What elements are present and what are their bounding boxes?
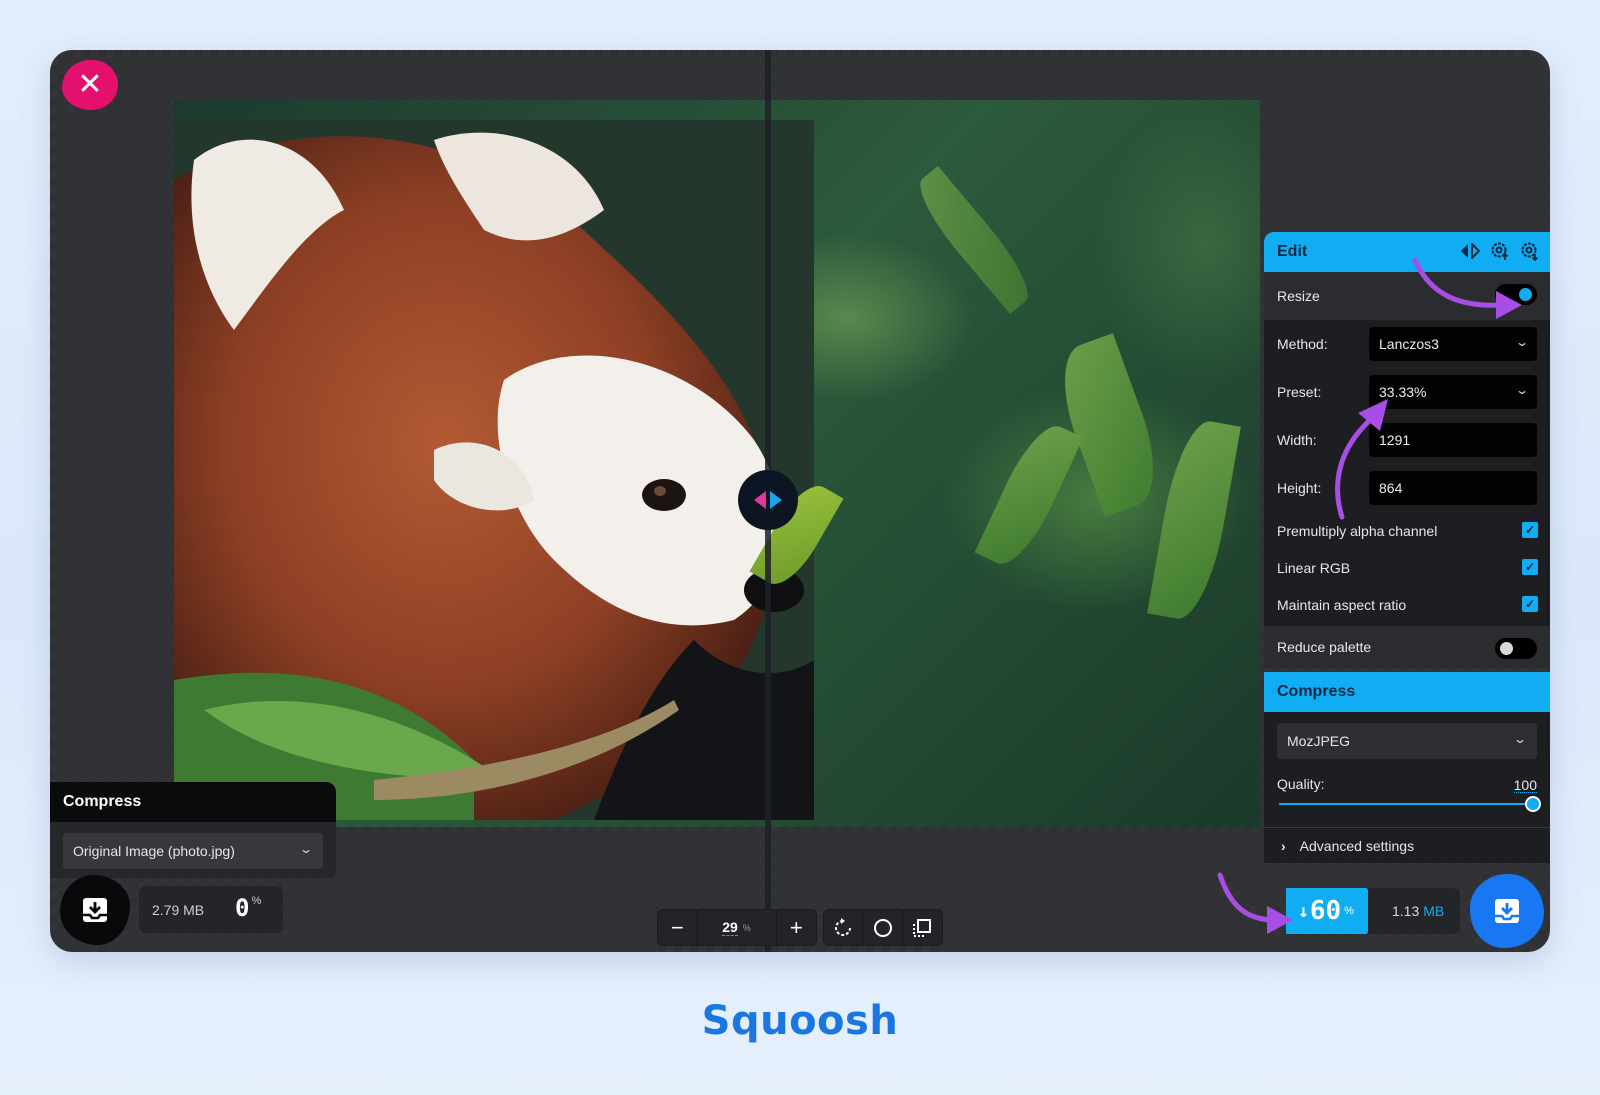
download-compressed-button[interactable] bbox=[1470, 874, 1544, 948]
circle-icon bbox=[873, 918, 892, 937]
method-label: Method: bbox=[1277, 336, 1328, 352]
reduce-palette-label: Reduce palette bbox=[1277, 639, 1372, 655]
resize-toggle[interactable] bbox=[1495, 284, 1537, 305]
original-file-size: 2.79 MB bbox=[152, 901, 205, 918]
quality-value-input[interactable]: 100 bbox=[1513, 778, 1537, 793]
premultiply-checkbox[interactable]: ✓ bbox=[1522, 522, 1538, 538]
original-size-box: 2.79 MB 0% bbox=[139, 886, 283, 933]
leaf bbox=[974, 416, 1084, 574]
edit-title: Edit bbox=[1277, 243, 1308, 260]
linear-rgb-row: Linear RGB ✓ bbox=[1264, 549, 1550, 586]
preset-label: Preset: bbox=[1277, 384, 1322, 400]
codec-select[interactable]: MozJPEG ⌄ bbox=[1277, 723, 1537, 759]
left-panel-title: Compress bbox=[50, 782, 336, 822]
crop-view-button[interactable] bbox=[903, 910, 942, 945]
background-toggle-button[interactable] bbox=[863, 910, 903, 945]
left-format-value: Original Image (photo.jpg) bbox=[73, 843, 235, 859]
zoom-out-button[interactable]: − bbox=[658, 910, 698, 945]
caption-title: Squoosh bbox=[701, 998, 899, 1044]
height-input[interactable]: 864 bbox=[1369, 471, 1537, 505]
aspect-ratio-row: Maintain aspect ratio ✓ bbox=[1264, 586, 1550, 623]
close-button[interactable]: ✕ bbox=[62, 60, 118, 110]
arrow-right-icon bbox=[770, 491, 782, 509]
aspect-ratio-checkbox[interactable]: ✓ bbox=[1522, 596, 1538, 612]
leaf bbox=[1047, 333, 1171, 517]
chevron-down-icon: ⌄ bbox=[1514, 383, 1530, 397]
view-toolbar bbox=[823, 909, 943, 946]
aspect-ratio-label: Maintain aspect ratio bbox=[1277, 596, 1407, 613]
height-row: Height: 864 bbox=[1264, 464, 1550, 512]
height-label: Height: bbox=[1277, 480, 1322, 496]
compress-section-header: Compress bbox=[1264, 672, 1550, 712]
reduce-palette-row: Reduce palette bbox=[1264, 626, 1550, 668]
reduce-palette-toggle[interactable] bbox=[1495, 638, 1537, 659]
width-label: Width: bbox=[1277, 432, 1317, 448]
arrow-left-icon bbox=[754, 491, 766, 509]
codec-value: MozJPEG bbox=[1287, 733, 1351, 749]
advanced-settings-toggle[interactable]: › Advanced settings bbox=[1264, 827, 1550, 863]
download-icon bbox=[1495, 899, 1519, 923]
zoom-toolbar: − 29% + bbox=[657, 909, 817, 946]
zoom-in-button[interactable]: + bbox=[777, 910, 817, 945]
quality-label: Quality: bbox=[1277, 776, 1325, 792]
crop-icon bbox=[913, 918, 932, 937]
chevron-down-icon: ⌄ bbox=[1514, 335, 1530, 349]
zoom-level-input[interactable]: 29% bbox=[698, 910, 777, 945]
premultiply-row: Premultiply alpha channel ✓ bbox=[1264, 512, 1550, 549]
squoosh-window: ✕ Compress Original Image (photo.jpg) ⌄ … bbox=[50, 50, 1550, 952]
quality-slider[interactable] bbox=[1279, 796, 1541, 812]
chevron-right-icon: › bbox=[1281, 838, 1286, 854]
linear-rgb-label: Linear RGB bbox=[1277, 559, 1351, 576]
chevron-down-icon: ⌄ bbox=[1512, 732, 1528, 746]
split-handle[interactable] bbox=[738, 470, 798, 530]
compressed-size-box: 1.13 MB bbox=[1368, 888, 1460, 934]
rotate-button[interactable] bbox=[824, 910, 864, 945]
width-row: Width: 1291 bbox=[1264, 416, 1550, 464]
download-icon bbox=[83, 898, 107, 922]
right-options-panel: Edit Resize Method: Lanczos3 ⌄ Preset: 3… bbox=[1264, 232, 1550, 863]
edit-section-header: Edit bbox=[1264, 232, 1550, 272]
download-original-button[interactable] bbox=[60, 875, 130, 945]
linear-rgb-checkbox[interactable]: ✓ bbox=[1522, 559, 1538, 575]
quality-control: Quality: 100 bbox=[1277, 759, 1541, 812]
compressed-file-size: 1.13 bbox=[1392, 903, 1420, 919]
image-preview[interactable] bbox=[174, 100, 1260, 827]
premultiply-label: Premultiply alpha channel bbox=[1277, 522, 1438, 539]
annotation-arrow-reduction bbox=[1217, 872, 1293, 934]
close-icon: ✕ bbox=[77, 68, 103, 101]
plus-icon: + bbox=[789, 914, 803, 940]
preset-row: Preset: 33.33% ⌄ bbox=[1264, 368, 1550, 416]
minus-icon: − bbox=[670, 914, 684, 940]
left-compress-panel: Compress Original Image (photo.jpg) ⌄ bbox=[50, 782, 336, 878]
chevron-down-icon: ⌄ bbox=[298, 842, 314, 856]
method-row: Method: Lanczos3 ⌄ bbox=[1264, 320, 1550, 368]
save-settings-icon[interactable] bbox=[1490, 241, 1510, 261]
method-select[interactable]: Lanczos3 ⌄ bbox=[1369, 327, 1537, 361]
quality-slider-thumb[interactable] bbox=[1525, 796, 1541, 812]
compare-icon[interactable] bbox=[1460, 243, 1480, 259]
preset-select[interactable]: 33.33% ⌄ bbox=[1369, 375, 1537, 409]
import-settings-icon[interactable] bbox=[1520, 241, 1540, 261]
left-format-select[interactable]: Original Image (photo.jpg) ⌄ bbox=[63, 833, 323, 869]
resize-label: Resize bbox=[1277, 288, 1320, 304]
leaf bbox=[1147, 416, 1241, 624]
rotate-icon bbox=[835, 917, 852, 936]
resize-row: Resize bbox=[1264, 272, 1550, 320]
width-input[interactable]: 1291 bbox=[1369, 423, 1537, 457]
leaf bbox=[907, 165, 1041, 315]
red-panda-photo bbox=[174, 120, 814, 820]
original-reduction: 0% bbox=[235, 894, 262, 922]
